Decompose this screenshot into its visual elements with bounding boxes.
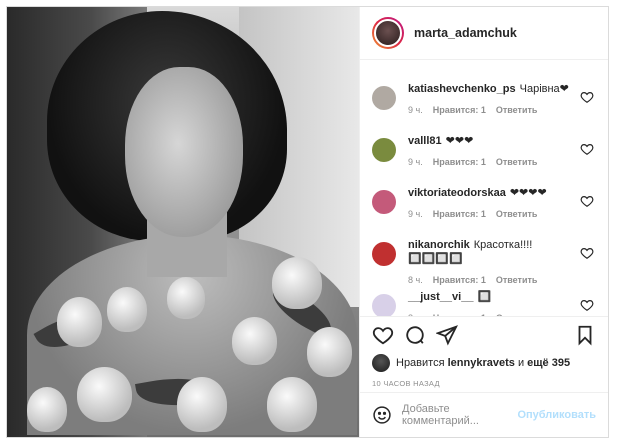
commenter-username[interactable]: __just__vi__ xyxy=(408,291,473,303)
post-time[interactable]: 10 ЧАСОВ НАЗАД xyxy=(360,374,608,392)
comment-time[interactable]: 8 ч. xyxy=(408,313,423,316)
commenter-username[interactable]: nikanorchik xyxy=(408,239,470,251)
heart-icon[interactable] xyxy=(580,298,594,312)
comment-likes[interactable]: Нравится: 1 xyxy=(433,209,486,219)
comment-item: katiashevchenko_ps Чарівна❤ 9 ч. Нравится: … xyxy=(372,68,594,120)
reply-button[interactable]: Ответить xyxy=(496,275,538,285)
comment-item: valll81 ❤❤❤ 9 ч. Нравится: 1 Ответить xyxy=(372,120,594,172)
likes-summary: Нравится lennykravets и ещё 395 xyxy=(360,352,608,374)
comment-likes[interactable]: Нравится: 1 xyxy=(433,313,486,316)
commenter-avatar[interactable] xyxy=(372,138,396,162)
author-username[interactable]: marta_adamchuk xyxy=(414,26,517,40)
post-actions xyxy=(360,316,608,352)
reply-button[interactable]: Ответить xyxy=(496,105,538,115)
liker-username[interactable]: lennykravets xyxy=(448,357,515,369)
post-photo[interactable] xyxy=(7,7,359,437)
comment-time[interactable]: 9 ч. xyxy=(408,105,423,115)
comment-time[interactable]: 9 ч. xyxy=(408,157,423,167)
comment-likes[interactable]: Нравится: 1 xyxy=(433,275,486,285)
reply-button[interactable]: Ответить xyxy=(496,313,538,316)
comment-time[interactable]: 9 ч. xyxy=(408,209,423,219)
comment-text: Чарівна❤ xyxy=(519,83,569,95)
reply-button[interactable]: Ответить xyxy=(496,209,538,219)
comment-likes[interactable]: Нравится: 1 xyxy=(433,105,486,115)
comment-text: 🔲 xyxy=(477,291,492,303)
commenter-avatar[interactable] xyxy=(372,242,396,266)
comment-text: ❤❤❤ xyxy=(445,135,474,147)
comment-icon[interactable] xyxy=(404,324,426,346)
heart-icon[interactable] xyxy=(580,142,594,156)
likes-prefix: Нравится xyxy=(396,357,445,369)
commenter-username[interactable]: valll81 xyxy=(408,135,442,147)
comments-list[interactable]: katiashevchenko_ps Чарівна❤ 9 ч. Нравится: … xyxy=(360,60,608,316)
previous-comment-fragment xyxy=(372,60,594,68)
commenter-avatar[interactable] xyxy=(372,190,396,214)
comment-input[interactable]: Добавьте комментарий... xyxy=(402,403,517,427)
comment-time[interactable]: 8 ч. xyxy=(408,275,423,285)
commenter-username[interactable]: viktoriateodorskaa xyxy=(408,187,506,199)
heart-icon[interactable] xyxy=(372,324,394,346)
heart-icon[interactable] xyxy=(580,90,594,104)
add-comment-bar: Добавьте комментарий... Опубликовать xyxy=(360,392,608,437)
comment-likes[interactable]: Нравится: 1 xyxy=(433,157,486,167)
commenter-username[interactable]: katiashevchenko_ps xyxy=(408,83,516,95)
emoji-icon[interactable] xyxy=(372,405,392,425)
photo-face xyxy=(125,67,243,237)
post-header: marta_adamchuk xyxy=(360,7,608,60)
liker-avatar[interactable] xyxy=(372,354,390,372)
commenter-avatar[interactable] xyxy=(372,86,396,110)
comment-item: nikanorchik Красотка!!!!🔲🔲🔲🔲 8 ч. Нравится:… xyxy=(372,224,594,285)
post-sidebar: marta_adamchuk katiashevchenko_ps Чарівна… xyxy=(359,7,608,437)
reply-button[interactable]: Ответить xyxy=(496,157,538,167)
heart-icon[interactable] xyxy=(580,194,594,208)
comment-item: viktoriateodorskaa ❤❤❤❤ 9 ч. Нравится: 1 Отв… xyxy=(372,172,594,224)
likes-conjunction: и xyxy=(517,357,525,369)
comment-text: ❤❤❤❤ xyxy=(509,187,547,199)
instagram-post: marta_adamchuk katiashevchenko_ps Чарівна… xyxy=(6,6,609,438)
commenter-avatar[interactable] xyxy=(372,294,396,316)
publish-button[interactable]: Опубликовать xyxy=(517,409,596,421)
photo-flowers xyxy=(17,257,357,437)
likes-count[interactable]: ещё 395 xyxy=(527,357,570,369)
heart-icon[interactable] xyxy=(580,246,594,260)
share-icon[interactable] xyxy=(436,324,458,346)
bookmark-icon[interactable] xyxy=(574,324,596,346)
author-avatar[interactable] xyxy=(372,17,404,49)
